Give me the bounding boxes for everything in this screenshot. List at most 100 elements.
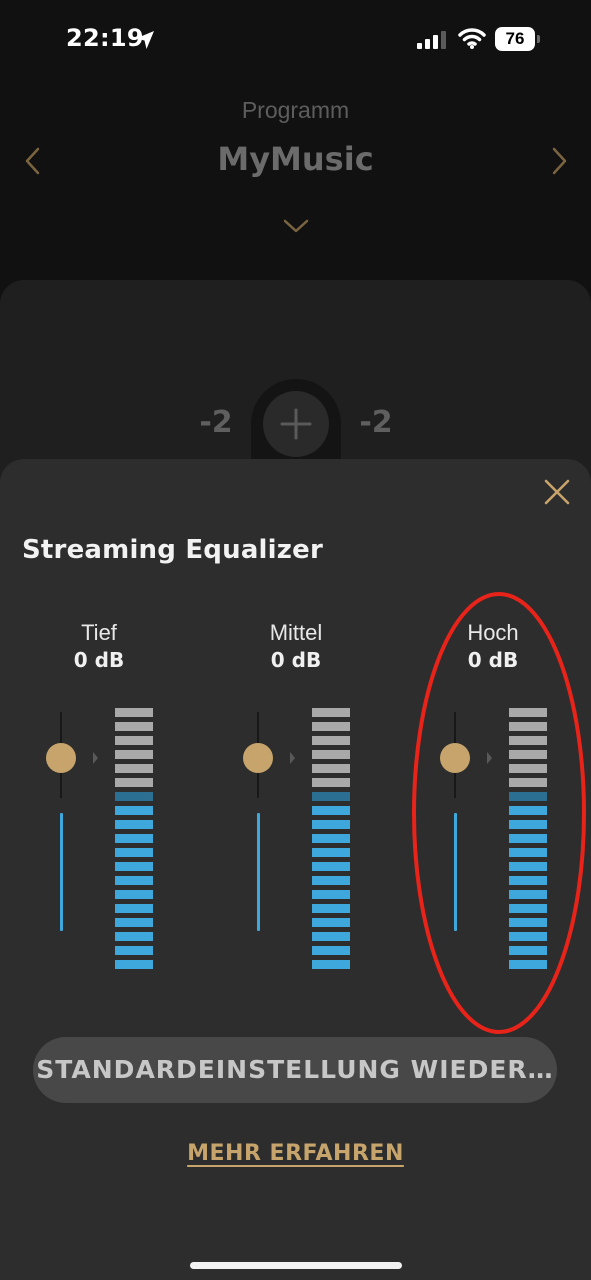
caret-right-icon xyxy=(93,752,98,764)
meter-segment xyxy=(312,708,350,717)
caret-right-icon xyxy=(487,752,492,764)
band-value: 0 dB xyxy=(73,648,125,672)
meter-segment xyxy=(115,904,153,913)
meter-segment xyxy=(312,876,350,885)
meter-segment xyxy=(509,750,547,759)
meter-segment xyxy=(312,736,350,745)
meter-segment xyxy=(509,834,547,843)
band-value: 0 dB xyxy=(467,648,519,672)
meter-segment xyxy=(115,876,153,885)
level-meter xyxy=(115,708,153,976)
meter-segment xyxy=(509,904,547,913)
meter-segment xyxy=(312,848,350,857)
chevron-left-icon[interactable] xyxy=(22,146,44,176)
program-label: Programm xyxy=(241,97,350,123)
slider-thumb[interactable] xyxy=(243,743,273,773)
battery-level: 76 xyxy=(505,29,525,48)
meter-segment xyxy=(312,764,350,773)
status-time: 22:19 xyxy=(66,24,144,52)
meter-segment xyxy=(509,820,547,829)
meter-segment xyxy=(312,862,350,871)
slider-track-lower[interactable] xyxy=(257,813,260,931)
wifi-icon xyxy=(458,28,486,49)
meter-segment xyxy=(509,778,547,787)
meter-segment xyxy=(312,792,350,801)
meter-segment xyxy=(312,722,350,731)
meter-segment xyxy=(115,750,153,759)
close-icon[interactable] xyxy=(540,475,574,509)
meter-segment xyxy=(115,890,153,899)
meter-segment xyxy=(115,834,153,843)
meter-segment xyxy=(312,904,350,913)
meter-segment xyxy=(509,792,547,801)
meter-segment xyxy=(312,946,350,955)
meter-segment xyxy=(312,750,350,759)
cellular-signal-icon xyxy=(417,31,446,49)
reset-defaults-label: STANDARDEINSTELLUNG WIEDER… xyxy=(36,1055,554,1084)
learn-more-link[interactable]: MEHR ERFAHREN xyxy=(0,1141,591,1166)
band-label: Mittel xyxy=(269,620,323,645)
meter-segment xyxy=(509,736,547,745)
meter-segment xyxy=(115,960,153,969)
program-header: Programm MyMusic xyxy=(0,80,591,280)
meter-segment xyxy=(509,946,547,955)
caret-right-icon xyxy=(290,752,295,764)
meter-segment xyxy=(115,792,153,801)
meter-segment xyxy=(312,932,350,941)
meter-segment xyxy=(115,736,153,745)
meter-segment xyxy=(509,890,547,899)
eq-band-hoch: Hoch 0 dB xyxy=(433,617,553,977)
program-name[interactable]: MyMusic xyxy=(0,140,591,178)
eq-band-tief: Tief 0 dB xyxy=(39,617,159,977)
equalizer-sheet: Streaming Equalizer Tief 0 dB Mittel 0 d… xyxy=(0,459,591,1280)
meter-segment xyxy=(509,848,547,857)
slider-thumb[interactable] xyxy=(440,743,470,773)
band-value: 0 dB xyxy=(270,648,322,672)
meter-segment xyxy=(115,778,153,787)
volume-right-value: -2 xyxy=(359,405,393,440)
plus-icon xyxy=(280,408,312,440)
slider-thumb[interactable] xyxy=(46,743,76,773)
meter-segment xyxy=(312,960,350,969)
meter-segment xyxy=(509,918,547,927)
meter-segment xyxy=(115,806,153,815)
home-indicator[interactable] xyxy=(190,1262,402,1269)
meter-segment xyxy=(509,960,547,969)
eq-band-mittel: Mittel 0 dB xyxy=(236,617,356,977)
slider-track-lower[interactable] xyxy=(60,813,63,931)
meter-segment xyxy=(115,848,153,857)
band-label: Tief xyxy=(81,620,117,645)
meter-segment xyxy=(115,918,153,927)
meter-segment xyxy=(312,806,350,815)
meter-segment xyxy=(115,946,153,955)
equalizer-title: Streaming Equalizer xyxy=(22,535,323,565)
slider-track-lower[interactable] xyxy=(454,813,457,931)
battery-tip xyxy=(537,35,540,43)
meter-segment xyxy=(115,862,153,871)
meter-segment xyxy=(509,708,547,717)
chevron-down-icon[interactable] xyxy=(282,217,310,235)
band-label: Hoch xyxy=(467,620,519,645)
location-arrow-icon xyxy=(136,31,154,49)
meter-segment xyxy=(115,764,153,773)
meter-segment xyxy=(509,862,547,871)
meter-segment xyxy=(509,876,547,885)
reset-defaults-button[interactable]: STANDARDEINSTELLUNG WIEDER… xyxy=(33,1037,557,1103)
status-bar: 22:19 76 xyxy=(0,0,591,80)
level-meter xyxy=(312,708,350,976)
meter-segment xyxy=(312,918,350,927)
meter-segment xyxy=(509,932,547,941)
volume-left-value: -2 xyxy=(199,405,233,440)
meter-segment xyxy=(509,764,547,773)
chevron-right-icon[interactable] xyxy=(548,146,570,176)
meter-segment xyxy=(509,722,547,731)
battery-indicator: 76 xyxy=(495,27,541,51)
app-screen: 22:19 76 Programm MyMusic -2 -2 Streamin… xyxy=(0,0,591,1280)
meter-segment xyxy=(115,708,153,717)
meter-segment xyxy=(312,778,350,787)
meter-segment xyxy=(312,890,350,899)
meter-segment xyxy=(312,834,350,843)
level-meter xyxy=(509,708,547,976)
meter-segment xyxy=(115,820,153,829)
meter-segment xyxy=(312,820,350,829)
